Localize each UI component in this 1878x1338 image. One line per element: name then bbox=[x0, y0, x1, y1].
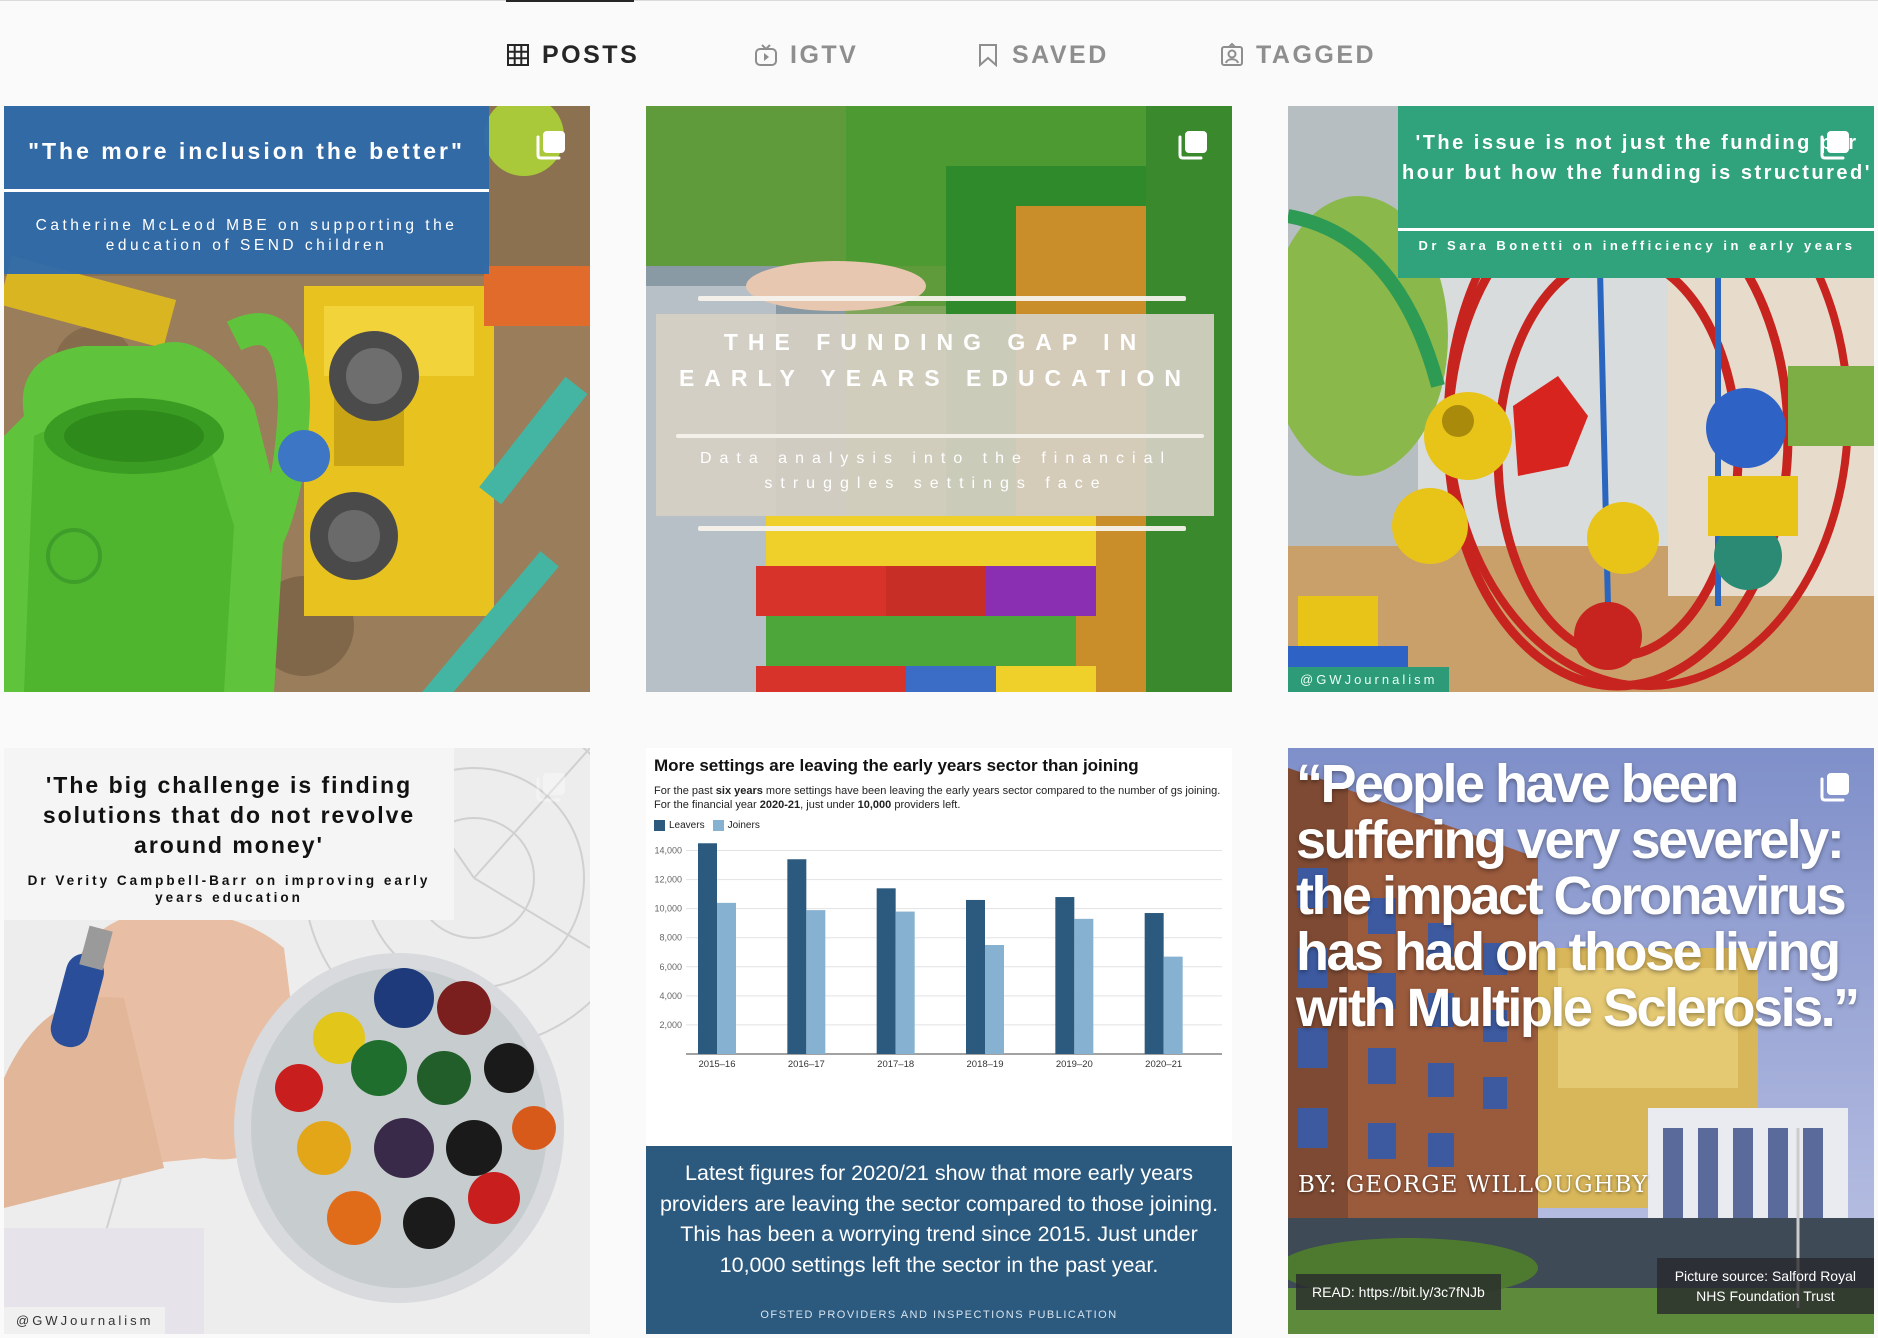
post-subtitle: Catherine McLeod MBE on supporting the e… bbox=[35, 217, 458, 254]
bar-leavers bbox=[966, 899, 985, 1054]
post-tile[interactable]: “People have been suffering very severel… bbox=[1288, 748, 1874, 1334]
tagged-icon bbox=[1221, 43, 1243, 66]
tab-label: IGTV bbox=[790, 40, 859, 69]
picture-source: Picture source: Salford Royal NHS Founda… bbox=[1656, 1258, 1874, 1314]
x-tick-label: 2020–21 bbox=[1145, 1059, 1182, 1070]
chart-title: More settings are leaving the early year… bbox=[654, 756, 1139, 775]
post-subtitle: Dr Verity Campbell-Barr on improving ear… bbox=[27, 873, 431, 905]
multiple-photos-icon bbox=[536, 773, 565, 802]
tab-tagged[interactable]: TAGGED bbox=[1220, 38, 1376, 72]
quote-text: “People have been suffering very severel… bbox=[1296, 754, 1860, 1038]
byline: BY: GEORGE WILLOUGHBY bbox=[1298, 1172, 1649, 1198]
source-note: OFSTED PROVIDERS AND INSPECTIONS PUBLICA… bbox=[760, 1309, 1118, 1321]
multiple-photos-icon bbox=[1178, 131, 1207, 160]
post-title: 'The big challenge is finding solutions … bbox=[42, 772, 416, 858]
multiple-photos-icon bbox=[1820, 773, 1849, 802]
tab-label: SAVED bbox=[1012, 40, 1109, 69]
bar-leavers bbox=[787, 859, 807, 1054]
active-tab-indicator bbox=[506, 0, 634, 2]
caption-band: Latest figures for 2020/21 show that mor… bbox=[646, 1146, 1232, 1334]
tab-posts[interactable]: POSTS bbox=[506, 38, 639, 72]
read-link: READ: https://bit.ly/3c7fNJb bbox=[1296, 1274, 1501, 1310]
grid-icon bbox=[507, 44, 529, 66]
divider bbox=[0, 0, 1878, 1]
y-tick-label: 8,000 bbox=[659, 933, 682, 943]
igtv-icon bbox=[755, 44, 777, 66]
bar-leavers bbox=[876, 888, 896, 1054]
bar-leavers bbox=[1055, 897, 1075, 1054]
post-subtitle: Dr Sara Bonetti on inefficiency in early… bbox=[1418, 238, 1856, 253]
divider bbox=[676, 434, 1204, 438]
y-tick-label: 10,000 bbox=[654, 904, 682, 914]
account-handle: @GWJournalism bbox=[4, 1307, 166, 1334]
bar-joiners bbox=[895, 911, 915, 1054]
bookmark-icon bbox=[979, 44, 997, 67]
divider bbox=[1398, 228, 1874, 231]
post-title: 'The issue is not just the funding per h… bbox=[1402, 132, 1872, 184]
tab-igtv[interactable]: IGTV bbox=[754, 38, 858, 72]
account-handle: @GWJournalism bbox=[1288, 667, 1450, 692]
bar-chart: 2,000 4,000 6,000 8,000 10,000 12,000 14,000 20… bbox=[654, 843, 1222, 1070]
y-tick-label: 2,000 bbox=[659, 1020, 682, 1030]
tab-label: TAGGED bbox=[1256, 40, 1377, 69]
chart-description: For the past six years more settings hav… bbox=[654, 785, 1221, 811]
post-tile[interactable]: More settings are leaving the early year… bbox=[646, 748, 1232, 1334]
divider bbox=[4, 189, 489, 192]
y-tick-label: 4,000 bbox=[659, 991, 682, 1001]
post-tile[interactable]: "The more inclusion the better" Catherin… bbox=[4, 106, 590, 692]
post-subtitle: Data analysis into the financial struggl… bbox=[699, 450, 1173, 492]
post-tile[interactable]: 'The big challenge is finding solutions … bbox=[4, 748, 590, 1334]
x-tick-label: 2017–18 bbox=[877, 1059, 914, 1070]
x-tick-label: 2018–19 bbox=[967, 1059, 1004, 1070]
y-tick-label: 12,000 bbox=[654, 875, 682, 885]
divider bbox=[698, 296, 1186, 301]
post-tile[interactable]: THE FUNDING GAP IN EARLY YEARS EDUCATION… bbox=[646, 106, 1232, 692]
post-title: "The more inclusion the better" bbox=[28, 138, 465, 164]
multiple-photos-icon bbox=[1820, 131, 1849, 160]
legend-item: Joiners bbox=[712, 820, 760, 831]
tab-label: POSTS bbox=[542, 40, 640, 69]
bar-joiners bbox=[806, 910, 826, 1054]
bar-joiners bbox=[1163, 956, 1183, 1054]
multiple-photos-icon bbox=[536, 131, 565, 160]
bar-joiners bbox=[985, 945, 1004, 1054]
x-tick-label: 2016–17 bbox=[788, 1059, 825, 1070]
post-tile[interactable]: 'The issue is not just the funding per h… bbox=[1288, 106, 1874, 692]
y-tick-label: 6,000 bbox=[659, 962, 682, 972]
x-tick-label: 2015–16 bbox=[699, 1059, 736, 1070]
chart-legend: Leavers Joiners bbox=[654, 820, 760, 831]
x-tick-label: 2019–20 bbox=[1056, 1059, 1093, 1070]
y-tick-label: 14,000 bbox=[654, 846, 682, 856]
post-title: THE FUNDING GAP IN EARLY YEARS EDUCATION bbox=[678, 329, 1192, 391]
legend-item: Leavers bbox=[654, 820, 705, 831]
profile-tabs: POSTS IGTV SAVED TAGGED bbox=[0, 38, 1878, 72]
bar-joiners bbox=[1074, 918, 1094, 1054]
profile-posts-page: POSTS IGTV SAVED TAGGED "The more inclus… bbox=[0, 0, 1878, 1338]
bar-joiners bbox=[717, 902, 736, 1054]
tab-saved[interactable]: SAVED bbox=[976, 38, 1109, 72]
bar-leavers bbox=[1144, 913, 1164, 1054]
divider bbox=[698, 526, 1186, 531]
caption-text: Latest figures for 2020/21 show that mor… bbox=[659, 1161, 1219, 1277]
bar-leavers bbox=[698, 843, 717, 1054]
